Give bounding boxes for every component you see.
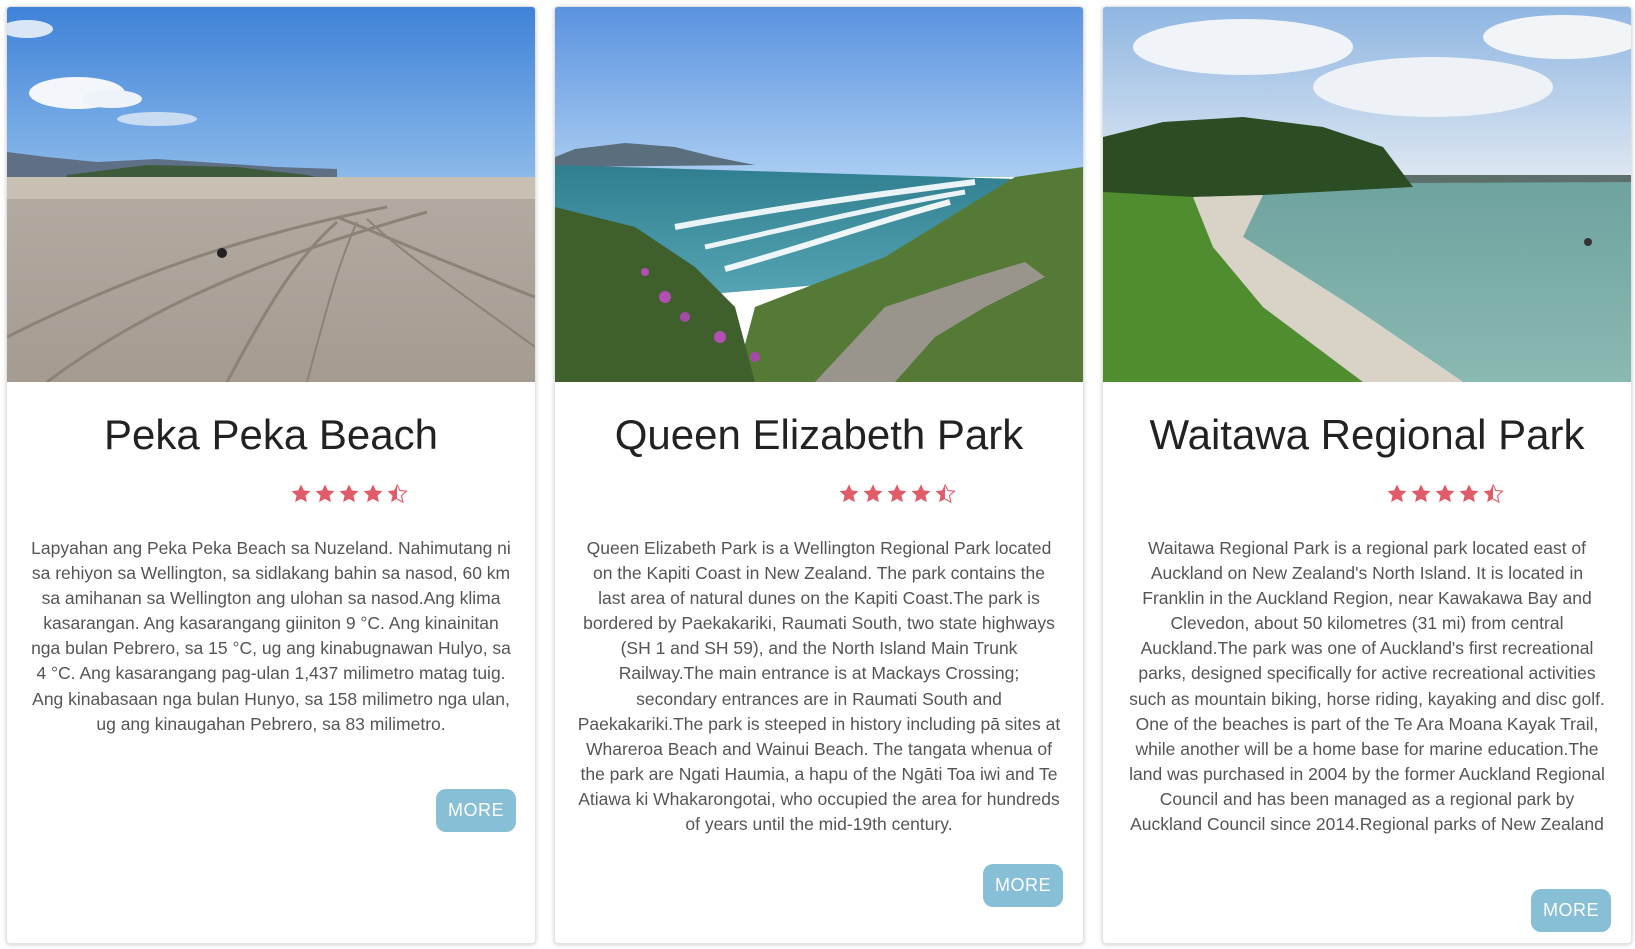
star-icon xyxy=(1411,484,1431,503)
star-icon xyxy=(1435,484,1455,503)
more-button[interactable]: MORE xyxy=(436,789,516,832)
place-card-queen-elizabeth: Queen Elizabeth Park Queen Elizabeth Par… xyxy=(554,6,1084,944)
star-icon xyxy=(315,484,335,503)
star-icon xyxy=(1459,484,1479,503)
card-title: Waitawa Regional Park xyxy=(1149,411,1585,458)
card-description: Lapyahan ang Peka Peka Beach sa Nuzeland… xyxy=(31,538,511,734)
card-photo-coastal-park xyxy=(555,7,1083,382)
star-icon xyxy=(1387,484,1407,503)
star-icon xyxy=(911,484,931,503)
card-title: Peka Peka Beach xyxy=(104,411,438,458)
half-star-icon xyxy=(935,484,956,504)
star-rating xyxy=(290,483,408,505)
star-icon xyxy=(863,484,883,503)
more-button[interactable]: MORE xyxy=(983,864,1063,907)
star-icon xyxy=(339,484,359,503)
card-photo-bay xyxy=(1103,7,1631,382)
star-rating xyxy=(838,483,956,505)
card-photo-beach xyxy=(7,7,535,382)
more-button[interactable]: MORE xyxy=(1531,889,1611,932)
star-rating xyxy=(1386,483,1504,505)
half-star-icon xyxy=(387,484,408,504)
place-card-waitawa: Waitawa Regional Park Waitawa Regional P… xyxy=(1102,6,1632,944)
card-description: Waitawa Regional Park is a regional park… xyxy=(1129,538,1605,835)
star-icon xyxy=(839,484,859,503)
card-description: Queen Elizabeth Park is a Wellington Reg… xyxy=(577,538,1061,835)
half-star-icon xyxy=(1483,484,1504,504)
card-title: Queen Elizabeth Park xyxy=(614,411,1024,458)
star-icon xyxy=(363,484,383,503)
star-icon xyxy=(887,484,907,503)
place-card-peka-peka: Peka Peka Beach Lapyahan ang Peka Peka B… xyxy=(6,6,536,944)
star-icon xyxy=(291,484,311,503)
